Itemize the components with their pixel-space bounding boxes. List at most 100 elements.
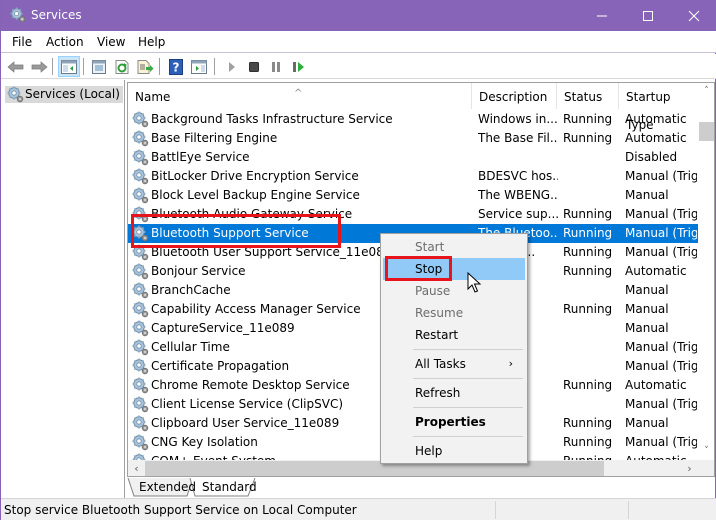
service-gear-icon <box>132 301 149 318</box>
column-header-description[interactable]: Description <box>472 83 557 109</box>
service-name: Bluetooth Audio Gateway Service <box>151 207 353 221</box>
menu-item-all-tasks[interactable]: All Tasks › <box>383 353 525 375</box>
service-name: BattlEye Service <box>151 150 250 164</box>
tree-item-services-local[interactable]: Services (Local) <box>5 86 123 103</box>
back-button[interactable] <box>5 56 27 77</box>
tree-item-label: Services (Local) <box>25 87 120 101</box>
service-startup-type: Automatic <box>625 131 687 145</box>
menu-item-help[interactable]: Help <box>383 440 525 462</box>
vertical-scroll-thumb[interactable] <box>699 122 714 141</box>
service-status: Running <box>563 416 613 430</box>
service-description: The WBENG... <box>478 188 558 202</box>
service-name: Background Tasks Infrastructure Service <box>151 112 393 126</box>
service-startup-type: Manual (Trig... <box>625 435 697 449</box>
tab-standard[interactable]: Standard <box>196 478 263 497</box>
column-header-name[interactable]: Name ^ <box>128 83 472 109</box>
properties-button[interactable] <box>88 56 110 77</box>
column-header-status[interactable]: Status <box>557 83 619 109</box>
service-gear-icon <box>132 396 149 413</box>
export-list-icon <box>137 59 154 74</box>
minimize-button[interactable] <box>579 0 625 31</box>
service-startup-type: Manual (Trig... <box>625 169 697 183</box>
service-gear-icon <box>132 206 149 223</box>
service-status: Running <box>563 207 613 221</box>
table-row[interactable]: BitLocker Drive Encryption Service BDESVC… <box>128 167 698 186</box>
services-gear-icon <box>7 86 24 103</box>
export-list-button[interactable] <box>134 56 156 77</box>
menu-help[interactable]: Help <box>138 35 165 49</box>
services-gear-icon <box>10 7 26 23</box>
service-startup-type: Automatic <box>625 112 687 126</box>
table-row[interactable]: Block Level Backup Engine Service The WBE… <box>128 186 698 205</box>
status-text: Stop service Bluetooth Support Service o… <box>4 503 357 517</box>
table-row[interactable]: Base Filtering Engine The Base Fil... Runn… <box>128 129 698 148</box>
help-button[interactable]: ? <box>165 56 187 77</box>
svg-text:?: ? <box>173 60 180 74</box>
scroll-up-icon[interactable]: ˄ <box>698 83 714 100</box>
vertical-scrollbar[interactable]: ˄ ˅ <box>698 83 714 460</box>
service-gear-icon <box>132 187 149 204</box>
menu-item-properties[interactable]: Properties <box>383 411 525 433</box>
menu-view[interactable]: View <box>97 35 125 49</box>
restart-service-button[interactable] <box>288 56 310 77</box>
show-action-pane-button[interactable] <box>188 56 210 77</box>
forward-arrow-icon <box>31 60 48 73</box>
show-hide-console-tree-button[interactable] <box>58 56 80 77</box>
column-header-startup-type[interactable]: Startup Type <box>619 83 698 132</box>
scroll-down-icon[interactable]: ˅ <box>698 443 714 460</box>
service-gear-icon <box>132 282 149 299</box>
status-divider <box>495 501 496 519</box>
table-row[interactable]: Background Tasks Infrastructure Service W… <box>128 110 698 129</box>
close-button[interactable] <box>671 0 716 31</box>
service-gear-icon <box>132 358 149 375</box>
service-gear-icon <box>132 263 149 280</box>
service-gear-icon <box>132 149 149 166</box>
service-status: Running <box>563 378 613 392</box>
menu-item-start[interactable]: Start <box>383 236 525 258</box>
menu-separator <box>413 378 523 379</box>
stop-service-button[interactable] <box>243 56 265 77</box>
menu-item-resume[interactable]: Resume <box>383 302 525 324</box>
service-status: Running <box>563 435 613 449</box>
start-service-button[interactable] <box>221 56 243 77</box>
horizontal-scroll-thumb[interactable] <box>145 461 604 476</box>
forward-button[interactable] <box>28 56 50 77</box>
menu-item-stop[interactable]: Stop <box>383 258 525 280</box>
refresh-icon <box>115 59 129 74</box>
service-status: Running <box>563 226 613 240</box>
action-pane-icon <box>191 59 207 74</box>
maximize-button[interactable] <box>625 0 671 31</box>
menu-separator <box>413 349 523 350</box>
service-name: BitLocker Drive Encryption Service <box>151 169 359 183</box>
service-gear-icon <box>132 434 149 451</box>
service-gear-icon <box>132 225 149 242</box>
refresh-button[interactable] <box>111 56 133 77</box>
scroll-right-icon[interactable]: › <box>681 460 698 476</box>
properties-icon <box>92 59 106 74</box>
service-name: Base Filtering Engine <box>151 131 278 145</box>
service-startup-type: Manual <box>625 283 669 297</box>
service-gear-icon <box>132 244 149 261</box>
service-startup-type: Automatic <box>625 264 687 278</box>
title-bar: Services <box>1 0 716 31</box>
service-gear-icon <box>132 339 149 356</box>
service-gear-icon <box>132 415 149 432</box>
help-icon: ? <box>169 58 183 75</box>
menu-action[interactable]: Action <box>46 35 84 49</box>
service-status: Running <box>563 131 613 145</box>
menu-separator <box>413 407 523 408</box>
menu-file[interactable]: File <box>12 35 32 49</box>
service-startup-type: Automatic <box>625 378 687 392</box>
submenu-arrow-icon: › <box>508 357 513 370</box>
tab-extended[interactable]: Extended <box>133 478 202 497</box>
sort-ascending-icon: ^ <box>294 88 303 99</box>
table-row[interactable]: Bluetooth Audio Gateway Service Service s… <box>128 205 698 224</box>
pause-service-button[interactable] <box>265 56 287 77</box>
table-row[interactable]: BattlEye Service Disabled <box>128 148 698 167</box>
status-divider <box>628 501 629 519</box>
service-startup-type: Manual <box>625 302 669 316</box>
menu-item-refresh[interactable]: Refresh <box>383 382 525 404</box>
scroll-left-icon[interactable]: ‹ <box>128 460 145 476</box>
menu-item-pause[interactable]: Pause <box>383 280 525 302</box>
menu-item-restart[interactable]: Restart <box>383 324 525 346</box>
